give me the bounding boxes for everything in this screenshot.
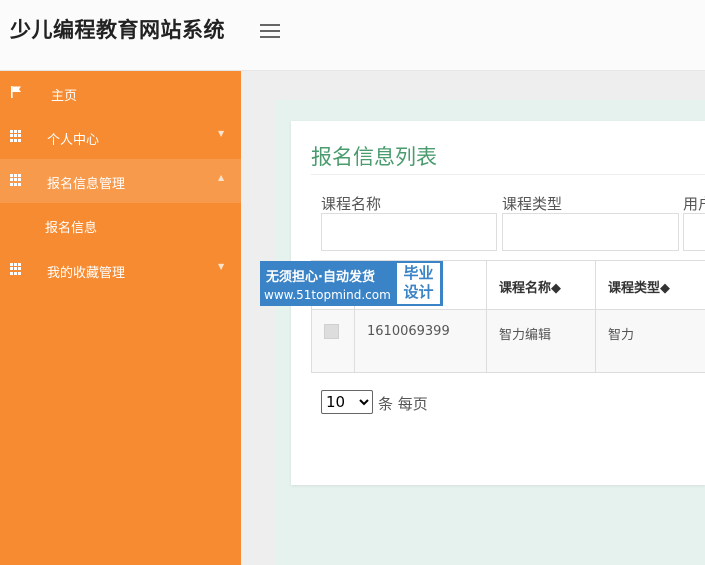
column-divider <box>595 261 596 372</box>
sidebar-item-label: 主页 <box>51 89 78 104</box>
watermark-badge: 毕业 设计 <box>397 263 440 304</box>
sidebar-subitem-registration-info[interactable]: 报名信息 <box>45 217 97 236</box>
sidebar-item-label: 报名信息管理 <box>47 177 126 192</box>
course-type-input[interactable] <box>502 213 679 251</box>
sidebar-item-home[interactable]: 主页 <box>0 71 241 115</box>
filter-label-course-type: 课程类型 <box>502 195 563 213</box>
table-row: 1610069399 智力编辑 智力 <box>312 310 705 372</box>
grid-icon <box>10 174 22 186</box>
watermark-badge-line1: 毕业 <box>403 264 434 282</box>
column-header-course-type[interactable]: 课程类型◆ <box>608 277 670 296</box>
cell-course-name: 智力编辑 <box>499 328 552 343</box>
divider <box>311 174 705 175</box>
cell-id: 1610069399 <box>367 324 450 339</box>
sidebar-item-personal-center[interactable]: 个人中心 ▼ <box>0 115 241 159</box>
sidebar-item-label: 个人中心 <box>47 133 100 148</box>
flag-icon <box>11 86 21 98</box>
page-size-select[interactable]: 10 <box>321 390 373 414</box>
chevron-down-icon: ▼ <box>218 129 225 138</box>
chevron-down-icon: ▼ <box>218 262 225 271</box>
column-divider <box>486 261 487 372</box>
cell-course-type: 智力 <box>608 328 635 343</box>
chevron-up-icon: ▲ <box>218 173 225 182</box>
page-title: 报名信息列表 <box>311 145 437 169</box>
user-input[interactable] <box>683 213 705 251</box>
filter-label-user: 用户 <box>683 195 705 213</box>
watermark-line1: 无须担心·自动发货 <box>266 270 375 285</box>
filter-label-course-name: 课程名称 <box>321 195 382 213</box>
watermark-url: www.51topmind.com <box>264 288 391 302</box>
row-checkbox[interactable] <box>324 324 339 339</box>
app-title: 少儿编程教育网站系统 <box>10 18 225 42</box>
top-header: 少儿编程教育网站系统 <box>0 0 705 71</box>
page-size-suffix: 条 每页 <box>378 395 428 413</box>
watermark-badge-line2: 设计 <box>403 283 434 301</box>
sidebar: 主页 个人中心 ▼ 报名信息管理 ▲ 报名信息 我的收藏管理 ▼ <box>0 71 241 565</box>
grid-icon <box>10 263 22 275</box>
column-header-course-name[interactable]: 课程名称◆ <box>499 277 561 296</box>
sidebar-item-label: 我的收藏管理 <box>47 266 126 281</box>
hamburger-menu-icon[interactable] <box>260 20 280 38</box>
watermark-banner: 无须担心·自动发货 www.51topmind.com 毕业 设计 <box>260 261 443 306</box>
grid-icon <box>10 130 22 142</box>
sidebar-item-favorites-management[interactable]: 我的收藏管理 ▼ <box>0 248 241 292</box>
course-name-input[interactable] <box>321 213 497 251</box>
sidebar-item-registration-management[interactable]: 报名信息管理 ▲ <box>0 159 241 203</box>
